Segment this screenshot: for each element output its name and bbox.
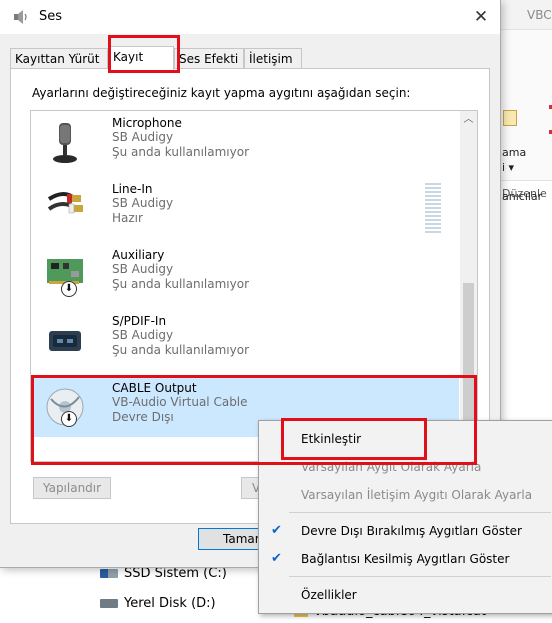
device-list[interactable]: Microphone SB Audigy Şu anda kullanılamıy… [30, 110, 478, 462]
drive-label: SSD Sistem (C:) [124, 566, 227, 581]
device-driver: SB Audigy [112, 130, 174, 144]
explorer-tab[interactable]: VBC [501, 0, 552, 30]
ribbon-folder-icon [503, 110, 517, 126]
microphone-icon [53, 123, 77, 163]
ssd-drive-icon [100, 569, 118, 578]
context-menu: Etkinleştir Varsayılan Aygıt Olarak Ayar… [258, 420, 552, 614]
checkmark-icon: ✔ [271, 551, 282, 566]
disabled-arrow-icon: ⬇ [61, 411, 77, 427]
menu-separator [289, 512, 551, 513]
menu-item-enable[interactable]: Etkinleştir [259, 427, 552, 451]
hard-drive-icon [100, 599, 118, 608]
device-details: SB Audigy Şu anda kullanılamıyor [112, 130, 249, 160]
menu-item-show-disabled[interactable]: ✔ Devre Dışı Bırakılmış Aygıtları Göster [259, 519, 552, 543]
speaker-icon [14, 10, 27, 24]
scroll-up-icon[interactable]: ︿ [460, 111, 477, 128]
tab-sound-effects[interactable]: Ses Efekti [174, 48, 244, 68]
device-details: SB Audigy Hazır [112, 196, 173, 226]
device-item-spdif-in[interactable]: S/PDIF-In SB Audigy Şu anda kullanılamıyo… [31, 309, 459, 375]
menu-item-label: Devre Dışı Bırakılmış Aygıtları Göster [301, 524, 522, 538]
ribbon-label[interactable]: ama [502, 146, 552, 159]
device-status: Şu anda kullanılamıyor [112, 145, 250, 159]
window-title: Ses [39, 9, 63, 24]
device-driver: SB Audigy [112, 328, 174, 342]
menu-item-label: Bağlantısı Kesilmiş Aygıtları Göster [301, 552, 510, 566]
tab-playback[interactable]: Kayıttan Yürüt [10, 48, 108, 68]
device-driver: SB Audigy [112, 196, 174, 210]
tab-communications[interactable]: İletişim [244, 48, 302, 68]
device-status: Devre Dışı [112, 410, 174, 424]
menu-item-set-default[interactable]: Varsayılan Aygıt Olarak Ayarla [259, 455, 552, 479]
close-icon: ✕ [473, 7, 489, 27]
device-status: Şu anda kullanılamıyor [112, 343, 250, 357]
drive-label: Yerel Disk (D:) [124, 596, 216, 611]
device-status: Hazır [112, 211, 143, 225]
ribbon-label[interactable]: i ▾ [502, 161, 552, 174]
checkmark-icon: ✔ [271, 523, 282, 538]
device-driver: SB Audigy [112, 262, 174, 276]
close-button[interactable]: ✕ [470, 6, 492, 28]
title-bar[interactable]: Ses ✕ [0, 0, 500, 34]
device-item-line-in[interactable]: Line-In SB Audigy Hazır [31, 177, 459, 243]
ok-button[interactable]: Tamam [198, 528, 266, 550]
device-details: SB Audigy Şu anda kullanılamıyor [112, 328, 249, 358]
device-name: S/PDIF-In [112, 314, 167, 328]
device-name: Auxiliary [112, 248, 165, 262]
device-driver: VB-Audio Virtual Cable [112, 395, 248, 409]
device-details: VB-Audio Virtual Cable Devre Dışı [112, 395, 248, 425]
explorer-ribbon: ama i ▾ Düzenle [501, 30, 552, 200]
rca-cable-icon [47, 192, 83, 214]
configure-button[interactable]: Yapılandır [33, 477, 111, 499]
device-item-microphone[interactable]: Microphone SB Audigy Şu anda kullanılamıy… [31, 111, 459, 177]
drive-d[interactable]: Yerel Disk (D:) [100, 596, 216, 611]
menu-item-show-disconnected[interactable]: ✔ Bağlantısı Kesilmiş Aygıtları Göster [259, 547, 552, 571]
menu-separator [289, 576, 551, 577]
drive-c[interactable]: SSD Sistem (C:) [100, 566, 227, 581]
list-scrollbar[interactable]: ︿ [460, 111, 477, 461]
device-name: Microphone [112, 116, 182, 130]
menu-item-set-default-communication[interactable]: Varsayılan İletişim Aygıtı Olarak Ayarla [259, 483, 552, 507]
nav-item[interactable]: anıcılar [502, 190, 552, 203]
device-name: CABLE Output [112, 381, 197, 395]
level-meter [425, 183, 441, 233]
instruction-text: Ayarlarını değiştireceğiniz kayıt yapma … [32, 86, 411, 100]
spdif-connector-icon [49, 331, 81, 351]
device-details: SB Audigy Şu anda kullanılamıyor [112, 262, 249, 292]
unavailable-arrow-icon: ⬇ [61, 281, 77, 297]
device-status: Şu anda kullanılamıyor [112, 277, 250, 291]
device-item-auxiliary[interactable]: ⬇ Auxiliary SB Audigy Şu anda kullanılamı… [31, 243, 459, 309]
menu-item-properties[interactable]: Özellikler [259, 583, 552, 607]
device-name: Line-In [112, 182, 153, 196]
tab-recording[interactable]: Kayıt [108, 46, 174, 70]
